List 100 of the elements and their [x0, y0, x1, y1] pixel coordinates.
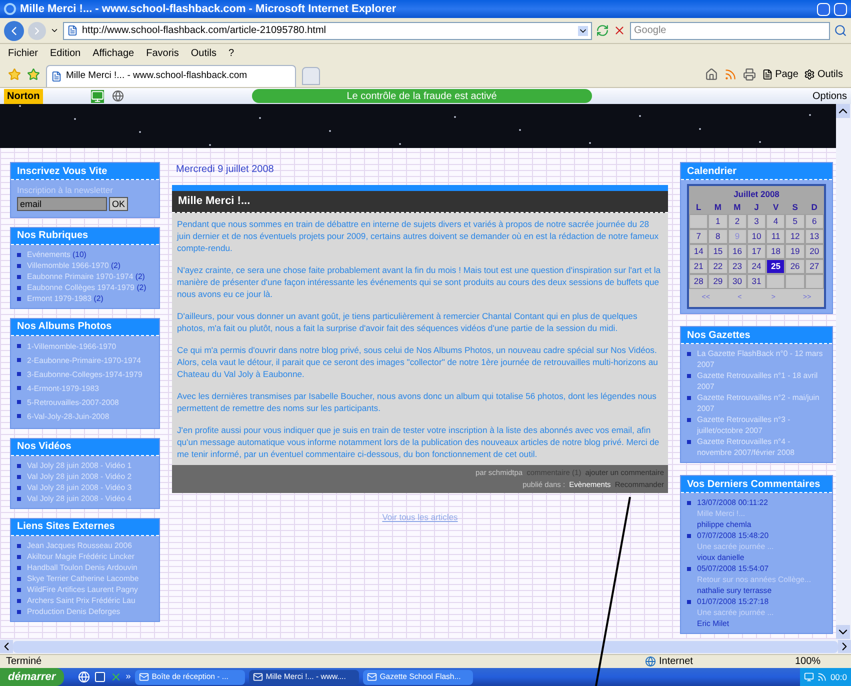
calendar-day[interactable]: 25: [766, 258, 786, 274]
search-field[interactable]: Google: [630, 22, 830, 40]
calendar-day[interactable]: 10: [746, 228, 766, 244]
bullet-icon: [687, 396, 691, 400]
calendar-day[interactable]: 12: [785, 228, 805, 244]
address-field[interactable]: http://www.school-flashback.com/article-21095780.html: [63, 22, 592, 40]
bullet-icon: [687, 534, 691, 538]
calendar-day[interactable]: 30: [728, 274, 747, 288]
scroll-thumb[interactable]: [13, 640, 838, 652]
monitor-icon[interactable]: [90, 90, 104, 102]
calendar-day[interactable]: 8: [708, 228, 728, 244]
zoom-level[interactable]: 100%: [795, 654, 845, 669]
calendar-day[interactable]: 15: [708, 244, 728, 258]
calendar-day[interactable]: 24: [746, 258, 766, 274]
bullet-icon: [17, 264, 21, 268]
favorites-star-icon[interactable]: [8, 68, 21, 81]
calendar-day[interactable]: 16: [728, 244, 747, 258]
scroll-up-icon[interactable]: [836, 104, 850, 118]
menu-item[interactable]: Affichage: [92, 46, 134, 60]
calendar-day[interactable]: 17: [746, 244, 766, 258]
weekday-label: D: [810, 200, 818, 214]
calendar-day[interactable]: 29: [708, 274, 728, 288]
bullet-icon: [17, 576, 21, 581]
calendar-day[interactable]: 23: [728, 258, 747, 274]
calendar-day[interactable]: 4: [766, 214, 786, 228]
email-field[interactable]: email: [17, 196, 107, 211]
calendar-day[interactable]: 20: [804, 244, 824, 258]
fraud-status-bar: Le contrôle de la fraude est activé: [252, 89, 592, 103]
calendar-day[interactable]: 18: [766, 244, 786, 258]
bullet-icon: [17, 610, 21, 614]
calendar-month: Juillet 2008: [689, 186, 824, 201]
panel-header: Calendrier: [681, 163, 832, 180]
weekday-label: L: [695, 200, 702, 214]
calendar-day[interactable]: 28: [689, 274, 708, 288]
browser-icon: [4, 3, 16, 15]
calendar-day[interactable]: 11: [766, 228, 786, 244]
monitor-icon[interactable]: [804, 672, 814, 682]
print-icon[interactable]: [743, 68, 756, 81]
stop-icon[interactable]: [613, 24, 626, 37]
bullet-icon: [17, 372, 21, 376]
panel-header: Inscrivez Vous Vite: [11, 163, 159, 180]
calendar-day[interactable]: 19: [785, 244, 805, 258]
refresh-icon[interactable]: [596, 24, 609, 37]
vertical-scrollbar[interactable]: [836, 104, 851, 639]
menu-item[interactable]: Favoris: [146, 46, 179, 60]
menu-item[interactable]: Fichier: [8, 46, 38, 60]
calendar-day[interactable]: 27: [804, 258, 824, 274]
calendar-day[interactable]: 21: [689, 258, 708, 274]
panel-header: Liens Sites Externes: [11, 518, 159, 536]
more-icons-button[interactable]: »: [126, 670, 131, 684]
menu-item[interactable]: ?: [228, 46, 234, 60]
options-menu[interactable]: Options: [812, 88, 847, 104]
page-menu-button[interactable]: Page: [762, 67, 798, 82]
add-favorite-star-icon[interactable]: [27, 68, 40, 81]
calendar-day[interactable]: 3: [746, 214, 766, 228]
weekday-label: M: [732, 200, 742, 214]
article-paragraph: J'en profite aussi pour vous indiquer que je suis en train de tester votre inscription à la liste des abonnés avec vos email, afin qu'un message automatique vous informe notamment lors de la publication des nouveaux articles de notre blog privé. Merci de me tenir informé, par un éventuel commentaire ci-dessous, du bon fonctionnement de cet outil.: [177, 424, 660, 460]
tools-menu-button[interactable]: Outils: [804, 67, 843, 82]
calendar-day[interactable]: 13: [804, 228, 824, 244]
bullet-icon: [687, 418, 691, 422]
calendar-day[interactable]: 14: [689, 244, 708, 258]
scroll-right-icon[interactable]: [838, 640, 851, 653]
calendar-day[interactable]: 7: [689, 228, 708, 244]
article-date: Mercredi 9 juillet 2008: [175, 163, 275, 177]
calendar-day[interactable]: 31: [746, 274, 766, 288]
bullet-icon: [17, 386, 21, 390]
panel-header: Nos Rubriques: [11, 228, 159, 245]
bullet-icon: [687, 374, 691, 378]
scroll-left-icon[interactable]: [0, 640, 13, 653]
calendar-day[interactable]: 22: [708, 258, 728, 274]
calendar-day[interactable]: 2: [728, 214, 747, 228]
maximize-button[interactable]: [834, 2, 847, 16]
feeds-icon[interactable]: [724, 68, 738, 81]
back-button[interactable]: [4, 20, 24, 40]
globe-icon[interactable]: [112, 90, 124, 102]
calendar-day[interactable]: 5: [785, 214, 805, 228]
calendar-day[interactable]: 6: [804, 214, 824, 228]
calendar-day[interactable]: 1: [708, 214, 728, 228]
browser-launch-icon[interactable]: [78, 671, 90, 683]
dropdown-icon[interactable]: [50, 26, 59, 35]
bullet-icon: [687, 501, 691, 505]
bullet-icon: [17, 566, 21, 570]
bullet-icon: [687, 567, 691, 571]
network-icon[interactable]: [817, 672, 828, 682]
calendar-day[interactable]: 26: [785, 258, 805, 274]
minimize-button[interactable]: [817, 2, 830, 16]
url-text: http://www.school-flashback.com/article-21095780.html: [82, 24, 328, 38]
ok-button[interactable]: OK: [109, 196, 128, 211]
dropdown-icon[interactable]: [578, 26, 588, 36]
envelope-icon: [252, 672, 263, 682]
norton-logo: Norton: [4, 88, 43, 104]
start-button[interactable]: démarrer: [0, 668, 64, 686]
home-icon[interactable]: [705, 68, 718, 81]
horizontal-scrollbar[interactable]: [0, 639, 851, 654]
panel-header: Vos Derniers Commentaires: [681, 476, 832, 493]
scroll-down-icon[interactable]: [836, 625, 850, 639]
browser-tab[interactable]: Mille Merci !... - www.school-flashback.com: [46, 65, 296, 87]
search-icon[interactable]: [834, 24, 847, 37]
menu-item[interactable]: Edition: [50, 46, 81, 60]
menu-item[interactable]: Outils: [190, 46, 216, 60]
